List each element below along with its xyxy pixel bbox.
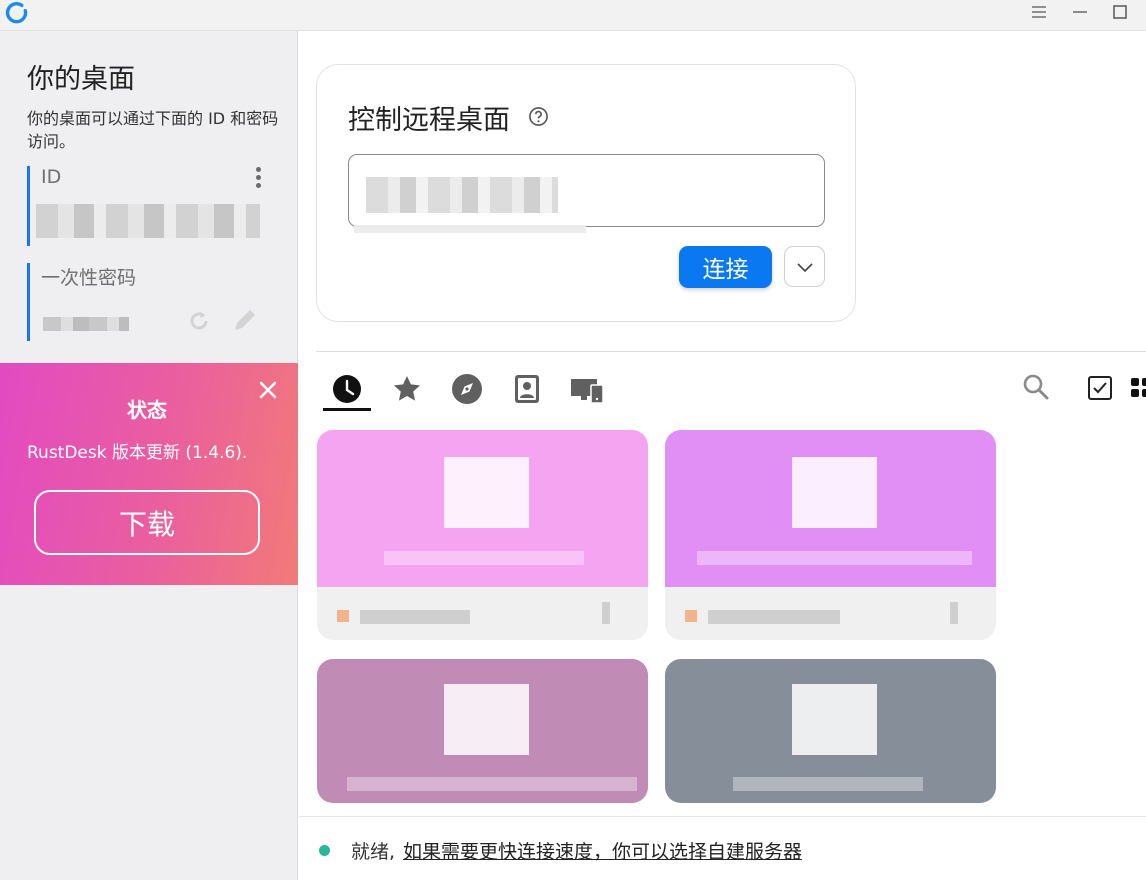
tab-favorites[interactable] <box>388 370 426 408</box>
tab-discovered[interactable] <box>448 370 486 408</box>
peer-hostname-blur <box>384 551 584 565</box>
tab-recent[interactable] <box>328 370 366 408</box>
download-button[interactable]: 下载 <box>34 490 260 555</box>
control-remote-card: 控制远程桌面 连接 <box>316 64 856 322</box>
remote-id-input[interactable] <box>348 154 825 227</box>
status-card: 状态 RustDesk 版本更新 (1.4.6). 下载 <box>0 363 298 585</box>
peer-thumbnail <box>317 659 648 803</box>
chevron-down-icon <box>796 262 813 272</box>
refresh-icon[interactable] <box>186 308 212 334</box>
peer-hostname-blur <box>347 777 637 791</box>
self-host-server-link[interactable]: 如果需要更快连接速度，你可以选择自建服务器 <box>403 837 802 864</box>
id-field: ID <box>27 166 277 246</box>
maximize-icon <box>1113 5 1127 19</box>
hamburger-icon <box>1032 6 1046 18</box>
help-circle-icon[interactable] <box>528 106 549 127</box>
peer-status-dot <box>685 610 697 622</box>
status-title: 状态 <box>127 398 167 422</box>
pencil-icon[interactable] <box>231 306 259 334</box>
peer-menu-blur[interactable] <box>950 602 958 624</box>
section-divider <box>316 351 1146 352</box>
peer-status-dot <box>337 610 349 622</box>
devices-icon <box>571 379 604 404</box>
control-remote-title: 控制远程桌面 <box>348 105 510 136</box>
windows-logo-icon <box>444 457 529 528</box>
peer-name <box>708 610 840 624</box>
menu-button[interactable] <box>1019 0 1059 24</box>
connection-status-dot <box>319 845 330 856</box>
peer-card[interactable] <box>317 659 648 803</box>
active-tab-indicator <box>323 408 371 411</box>
ready-text: 就绪, <box>351 841 396 863</box>
maximize-button[interactable] <box>1100 0 1140 24</box>
your-desktop-title: 你的桌面 <box>27 64 135 95</box>
id-value[interactable] <box>36 204 260 238</box>
input-shadow-blur <box>354 225 586 233</box>
star-icon <box>394 376 420 401</box>
connect-options-button[interactable] <box>784 246 825 287</box>
minimize-button[interactable] <box>1060 0 1100 24</box>
grid-view-icon[interactable] <box>1129 376 1146 400</box>
id-label: ID <box>41 166 62 188</box>
peer-menu-blur[interactable] <box>602 602 610 624</box>
compass-icon <box>452 374 482 404</box>
password-value <box>43 317 129 331</box>
peer-name <box>360 610 470 624</box>
title-bar <box>0 0 1146 31</box>
windows-logo-icon <box>444 684 529 755</box>
tab-devices[interactable] <box>568 370 606 408</box>
close-icon[interactable] <box>256 378 280 402</box>
peer-thumbnail <box>665 659 996 803</box>
password-label: 一次性密码 <box>41 267 137 289</box>
connect-button[interactable]: 连接 <box>679 246 772 288</box>
peer-hostname-blur <box>697 551 972 565</box>
peer-thumbnail <box>317 430 648 587</box>
id-more-button[interactable] <box>256 167 262 189</box>
rustdesk-logo-icon <box>5 2 28 24</box>
clock-icon <box>333 375 361 403</box>
windows-logo-icon <box>792 457 877 528</box>
checkbox-icon[interactable] <box>1087 375 1113 401</box>
tab-address-book[interactable] <box>508 370 546 408</box>
peer-card[interactable] <box>665 659 996 803</box>
contact-book-icon <box>515 375 539 403</box>
peer-hostname-blur <box>733 777 923 791</box>
status-bar: 就绪, 如果需要更快连接速度，你可以选择自建服务器 <box>299 816 1146 880</box>
search-icon[interactable] <box>1021 372 1051 402</box>
remote-id-value-blur <box>366 177 558 213</box>
peer-card[interactable] <box>665 430 996 640</box>
minimize-icon <box>1073 11 1087 13</box>
update-message: RustDesk 版本更新 (1.4.6). <box>27 443 248 463</box>
windows-logo-icon <box>792 684 877 755</box>
peer-card[interactable] <box>317 430 648 640</box>
your-desktop-description: 你的桌面可以通过下面的 ID 和密码访问。 <box>27 109 279 151</box>
peer-thumbnail <box>665 430 996 587</box>
